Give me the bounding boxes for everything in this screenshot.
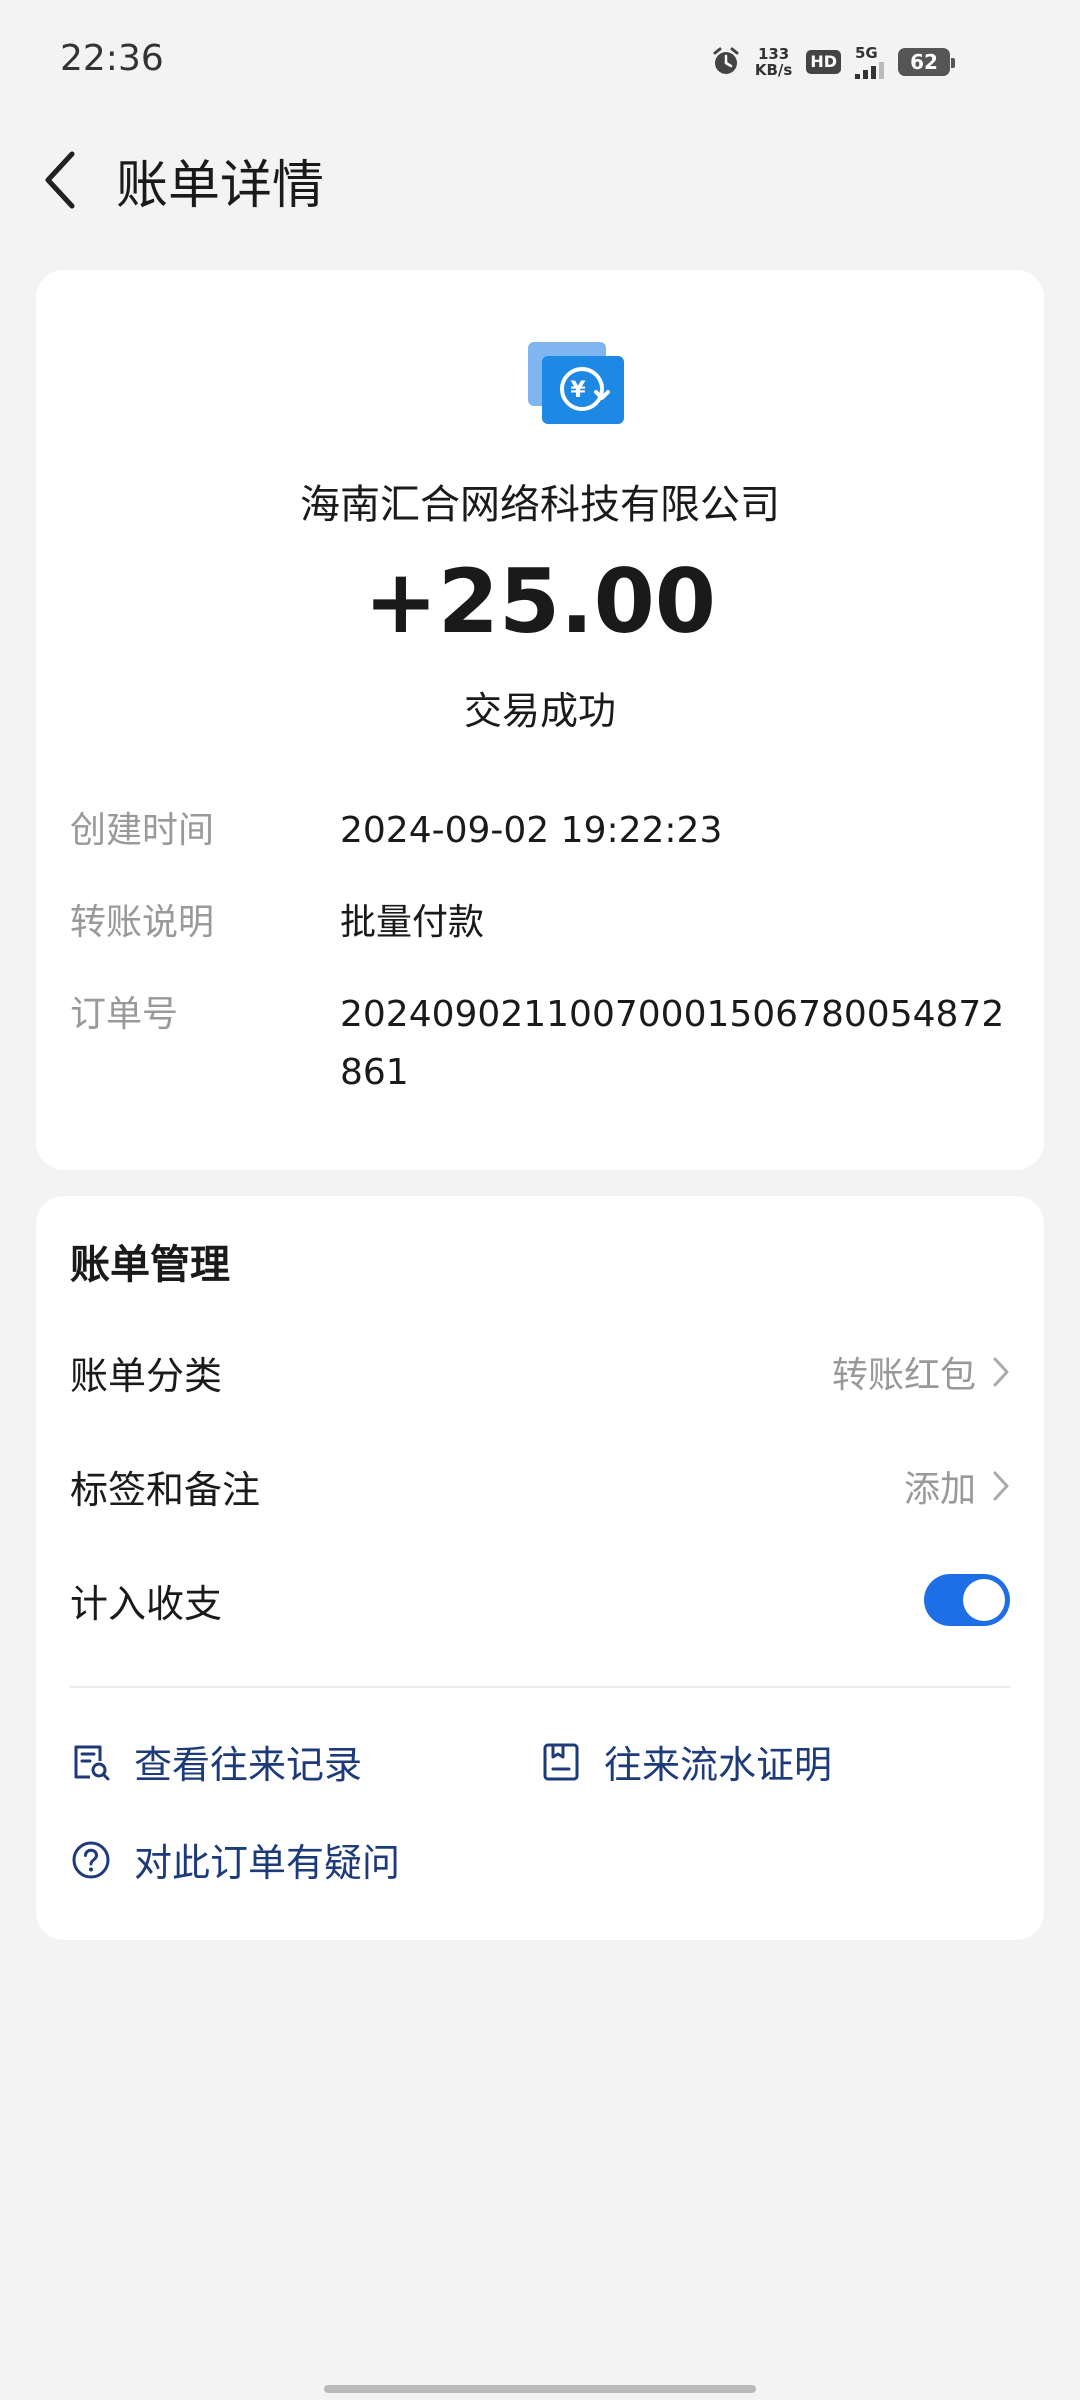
question-circle-icon [72,1841,110,1878]
order-question-label: 对此订单有疑问 [134,1841,401,1885]
statement-proof-link[interactable]: 往来流水证明 [540,1734,832,1789]
bill-category-value-wrap: 转账红包 [832,1346,1010,1398]
statement-proof-label: 往来流水证明 [604,1743,833,1787]
page-title: 账单详情 [116,155,325,216]
divider [70,1686,1010,1688]
page-header: 账单详情 [0,130,1080,230]
detail-value: 批量付款 [340,902,485,943]
section-title: 账单管理 [70,1242,230,1288]
home-indicator[interactable] [324,2385,756,2393]
merchant-name: 海南汇合网络科技有限公司 [300,482,780,528]
transfer-yuan-icon: ¥ [528,342,624,424]
chevron-left-icon [45,151,75,209]
signal-icon: 5G [855,43,884,79]
view-history-label: 查看往来记录 [134,1743,363,1787]
network-type: 5G [855,43,878,62]
detail-row-order-number: 订单号 20240902110070001506780054872861 [70,986,1010,1102]
back-button[interactable] [0,130,120,230]
tags-notes-value-wrap: 添加 [904,1460,1010,1512]
bill-category-value: 转账红包 [831,1355,976,1396]
transaction-card: ¥ 海南汇合网络科技有限公司 +25.00 交易成功 创建时间 2024-09-… [36,270,1044,1170]
status-time: 22:36 [60,38,164,79]
status-bar: 22:36 133 KB/s HD 5G 62 [0,0,1080,120]
count-in-ledger-row: 计入收支 [70,1560,1010,1640]
chevron-right-icon [993,1471,1009,1501]
detail-row-created-time: 创建时间 2024-09-02 19:22:23 [70,802,1010,860]
tags-notes-value: 添加 [903,1469,976,1510]
transaction-status: 交易成功 [463,689,616,733]
bill-management-card: 账单管理 账单分类 转账红包 标签和备注 添加 计入收支 查看往来记录 往来流水… [36,1196,1044,1940]
count-in-ledger-label: 计入收支 [70,1581,223,1626]
bill-category-row[interactable]: 账单分类 转账红包 [70,1332,1010,1412]
document-icon [543,1743,579,1780]
detail-value: 2024-09-02 19:22:23 [340,810,723,851]
detail-label: 订单号 [70,994,179,1035]
chevron-right-icon [993,1357,1009,1387]
network-speed-value: 133 [757,45,790,63]
detail-label: 转账说明 [70,902,215,943]
svg-text:¥: ¥ [570,378,586,403]
order-question-link[interactable]: 对此订单有疑问 [70,1832,400,1887]
battery-level: 62 [910,50,938,74]
count-in-ledger-toggle[interactable] [924,1574,1010,1626]
alarm-icon [713,47,739,74]
detail-row-transfer-note: 转账说明 批量付款 [70,894,1010,952]
network-speed: 133 KB/s [755,46,792,78]
order-number-value[interactable]: 20240902110070001506780054872861 [340,986,1010,1102]
hd-icon: HD [806,50,841,74]
transaction-amount: +25.00 [363,550,717,653]
bill-category-label: 账单分类 [70,1353,223,1398]
tags-notes-label: 标签和备注 [70,1467,261,1512]
view-history-link[interactable]: 查看往来记录 [70,1734,362,1789]
status-icons: 133 KB/s HD 5G 62 [711,40,955,84]
search-record-icon [74,1745,110,1780]
detail-label: 创建时间 [70,810,215,851]
tags-notes-row[interactable]: 标签和备注 添加 [70,1446,1010,1526]
network-speed-unit: KB/s [754,61,793,79]
battery-icon: 62 [898,48,955,76]
toggle-knob [963,1579,1005,1621]
